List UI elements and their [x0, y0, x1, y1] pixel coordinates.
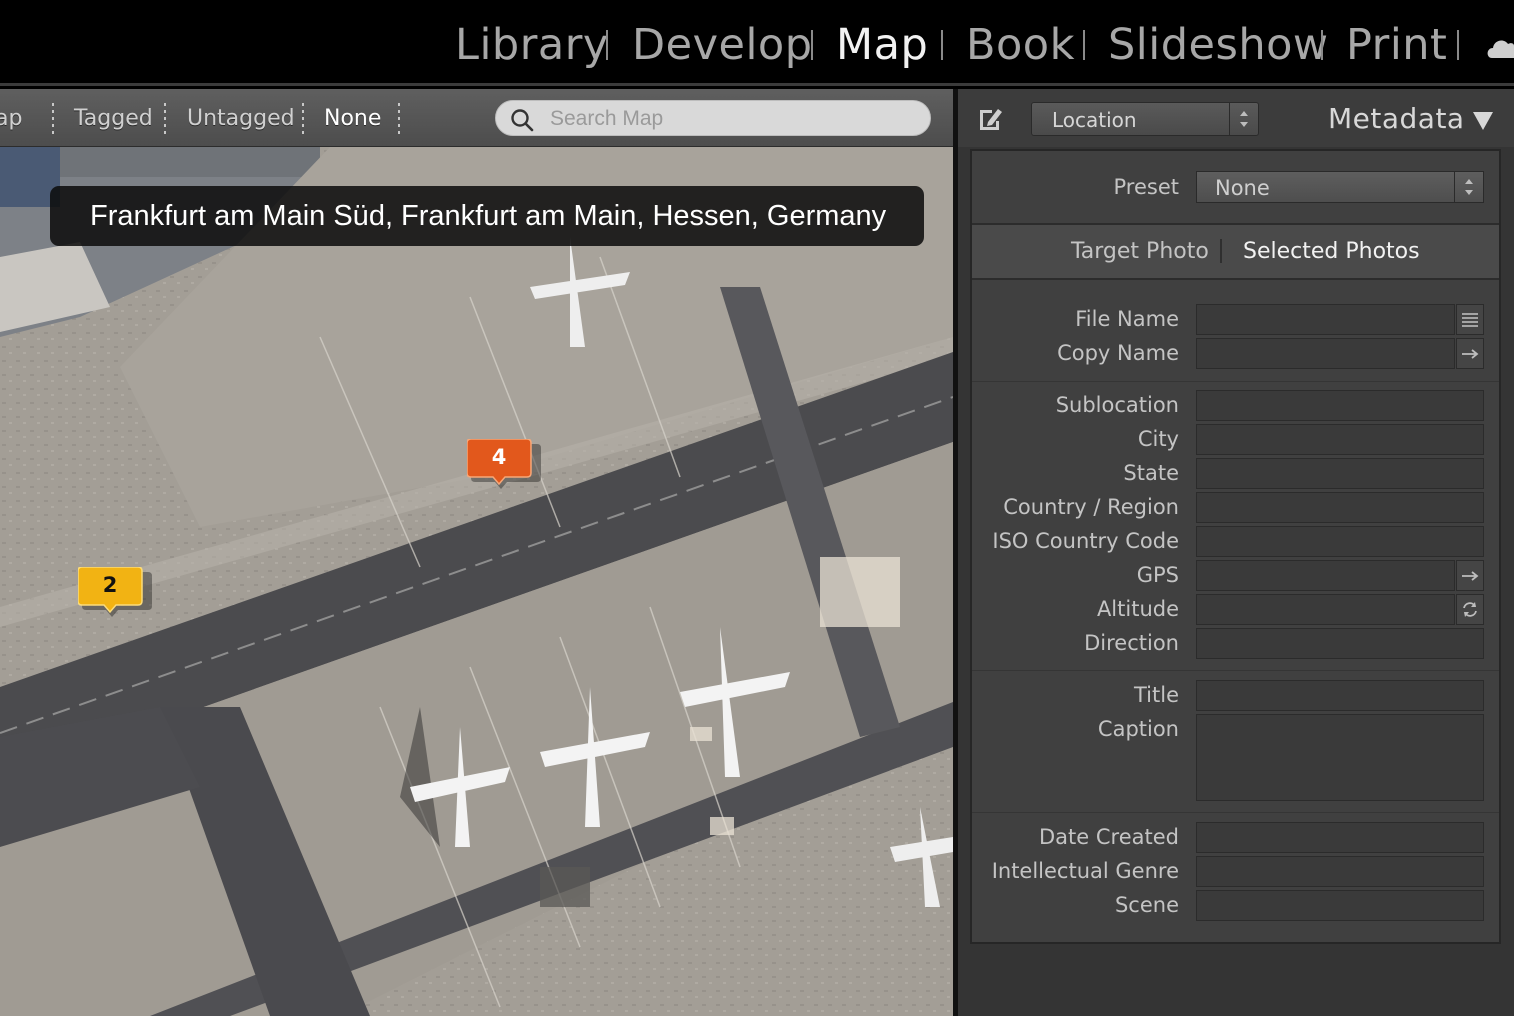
scene-label: Scene [1114, 893, 1179, 917]
module-separator [941, 30, 943, 60]
sync-icon [1463, 602, 1477, 617]
file-name-field[interactable] [1196, 304, 1455, 335]
genre-label: Intellectual Genre [991, 859, 1179, 883]
go-to-button[interactable] [1456, 338, 1484, 369]
section-divider [972, 670, 1499, 671]
country-field[interactable] [1196, 492, 1484, 523]
select-stepper [1229, 103, 1258, 135]
up-down-arrows-icon [1454, 172, 1473, 202]
module-slideshow[interactable]: Slideshow [1108, 20, 1329, 70]
scene-field[interactable] [1196, 890, 1484, 921]
list-button[interactable] [1456, 304, 1484, 335]
state-label: State [1123, 461, 1179, 485]
map-pin-cluster[interactable]: 2 [78, 567, 152, 617]
gps-field[interactable] [1196, 560, 1455, 591]
filter-separator [302, 103, 304, 135]
metadata-fields: Preset None Target Photo Selected Photos… [970, 149, 1501, 944]
gps-label: GPS [1136, 563, 1179, 587]
iso-code-field[interactable] [1196, 526, 1484, 557]
module-map[interactable]: Map [836, 20, 928, 70]
module-develop[interactable]: Develop [632, 20, 813, 70]
map-pin-cluster[interactable]: 4 [467, 439, 541, 489]
city-field[interactable] [1196, 424, 1484, 455]
collapse-triangle-icon[interactable] [1472, 111, 1494, 131]
up-down-arrows-icon [1240, 111, 1248, 127]
filter-separator [398, 103, 400, 135]
panel-title[interactable]: Metadata [1328, 102, 1465, 135]
state-field[interactable] [1196, 458, 1484, 489]
arrow-right-icon [1462, 349, 1479, 359]
date-created-field[interactable] [1196, 822, 1484, 853]
module-library[interactable]: Library [455, 20, 609, 70]
photo-scope-tabs: Target Photo Selected Photos [972, 225, 1499, 278]
tab-separator [1220, 239, 1222, 263]
module-separator [1457, 30, 1459, 60]
section-divider [972, 381, 1499, 382]
sublocation-label: Sublocation [1055, 393, 1179, 417]
sublocation-field[interactable] [1196, 390, 1484, 421]
altitude-label: Altitude [1096, 597, 1179, 621]
metadata-set-value: Location [1052, 108, 1137, 132]
city-label: City [1137, 427, 1179, 451]
preset-select[interactable]: None [1196, 171, 1484, 203]
altitude-field[interactable] [1196, 594, 1455, 625]
pin-count: 4 [491, 445, 507, 469]
map-toolbar: Map Tagged Untagged None [0, 89, 953, 147]
filter-none[interactable]: None [324, 106, 381, 131]
search-map-input[interactable] [548, 106, 912, 132]
module-print[interactable]: Print [1346, 20, 1447, 70]
country-label: Country / Region [1003, 495, 1179, 519]
section-divider [972, 812, 1499, 813]
search-map-field[interactable] [495, 100, 931, 136]
module-separator [811, 30, 813, 60]
direction-field[interactable] [1196, 628, 1484, 659]
arrow-right-icon [1462, 571, 1479, 581]
title-label: Title [1133, 683, 1179, 707]
filter-map[interactable]: Map [0, 106, 22, 131]
iso-code-label: ISO Country Code [992, 529, 1179, 553]
altitude-sync-button[interactable] [1456, 594, 1484, 625]
caption-field[interactable] [1196, 714, 1484, 801]
file-name-label: File Name [1075, 307, 1179, 331]
gps-go-button[interactable] [1456, 560, 1484, 591]
list-icon [1462, 313, 1478, 327]
filter-separator [164, 103, 166, 135]
module-separator [1321, 30, 1323, 60]
title-field[interactable] [1196, 680, 1484, 711]
date-created-label: Date Created [1039, 825, 1179, 849]
module-separator [1083, 30, 1085, 60]
module-book[interactable]: Book [966, 20, 1075, 70]
location-banner: Frankfurt am Main Süd, Frankfurt am Main… [50, 186, 924, 246]
copy-name-label: Copy Name [1057, 341, 1179, 365]
preset-label: Preset [1113, 175, 1179, 199]
section-divider [972, 278, 1499, 280]
filter-separator [52, 103, 54, 135]
pin-count: 2 [102, 573, 118, 597]
metadata-set-select[interactable]: Location [1031, 102, 1259, 136]
search-icon [511, 109, 534, 132]
cloud-icon[interactable] [1486, 30, 1514, 60]
caption-label: Caption [1097, 717, 1179, 741]
genre-field[interactable] [1196, 856, 1484, 887]
direction-label: Direction [1084, 631, 1179, 655]
map-view[interactable]: Frankfurt am Main Süd, Frankfurt am Main… [0, 147, 953, 1016]
tab-target-photo[interactable]: Target Photo [1071, 239, 1209, 264]
preset-value: None [1215, 176, 1270, 200]
filter-untagged[interactable]: Untagged [187, 106, 295, 131]
tab-selected-photos[interactable]: Selected Photos [1243, 239, 1420, 264]
copy-name-field[interactable] [1196, 338, 1455, 369]
module-separator [606, 30, 608, 60]
module-picker: Library Develop Map Book Slideshow Print [0, 0, 1514, 86]
metadata-panel-header: Location Metadata [958, 89, 1514, 147]
edit-icon[interactable] [978, 107, 1004, 131]
filter-tagged[interactable]: Tagged [74, 106, 153, 131]
metadata-panel: Location Metadata Preset None Target Pho… [958, 89, 1514, 1016]
